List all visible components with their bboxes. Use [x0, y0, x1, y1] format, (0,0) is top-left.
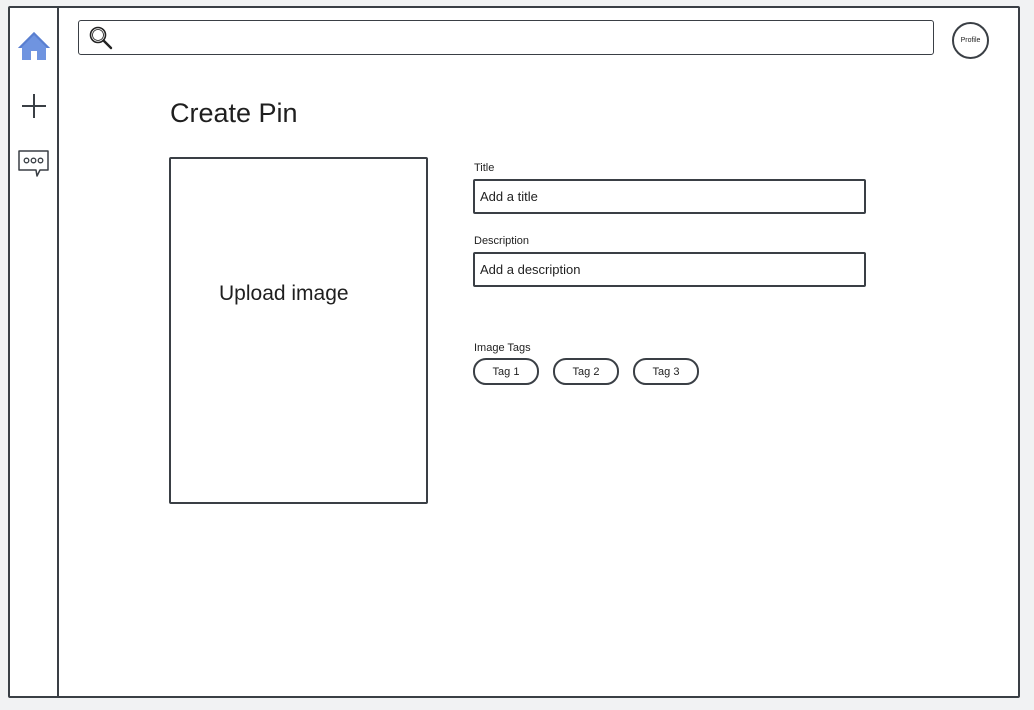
description-field[interactable]: Add a description [473, 252, 866, 287]
image-tags-label: Image Tags [474, 342, 531, 354]
sidebar [10, 8, 59, 696]
home-icon[interactable] [16, 28, 52, 64]
description-placeholder: Add a description [480, 262, 581, 277]
chat-bubble-icon[interactable] [16, 146, 52, 182]
search-bar[interactable] [78, 20, 934, 55]
page-title: Create Pin [170, 98, 298, 128]
tag-chip-3[interactable]: Tag 3 [633, 358, 699, 385]
description-label: Description [474, 235, 530, 247]
title-field[interactable]: Add a title [473, 179, 866, 214]
search-icon [88, 25, 114, 51]
tag-label: Tag 1 [492, 365, 520, 378]
profile-button[interactable]: Profile [952, 22, 989, 59]
upload-image-area[interactable]: Upload image [169, 157, 428, 504]
tag-chip-1[interactable]: Tag 1 [473, 358, 539, 385]
profile-label: Profile [960, 37, 981, 44]
app-window: Profile Create Pin Upload image Title Ad… [8, 6, 1020, 698]
tag-chip-2[interactable]: Tag 2 [553, 358, 619, 385]
tag-label: Tag 2 [572, 365, 600, 378]
plus-icon[interactable] [16, 88, 52, 124]
tag-label: Tag 3 [652, 365, 680, 378]
title-placeholder: Add a title [480, 189, 538, 204]
upload-image-label: Upload image [219, 282, 349, 305]
search-input[interactable] [119, 21, 925, 54]
title-label: Title [474, 162, 495, 174]
